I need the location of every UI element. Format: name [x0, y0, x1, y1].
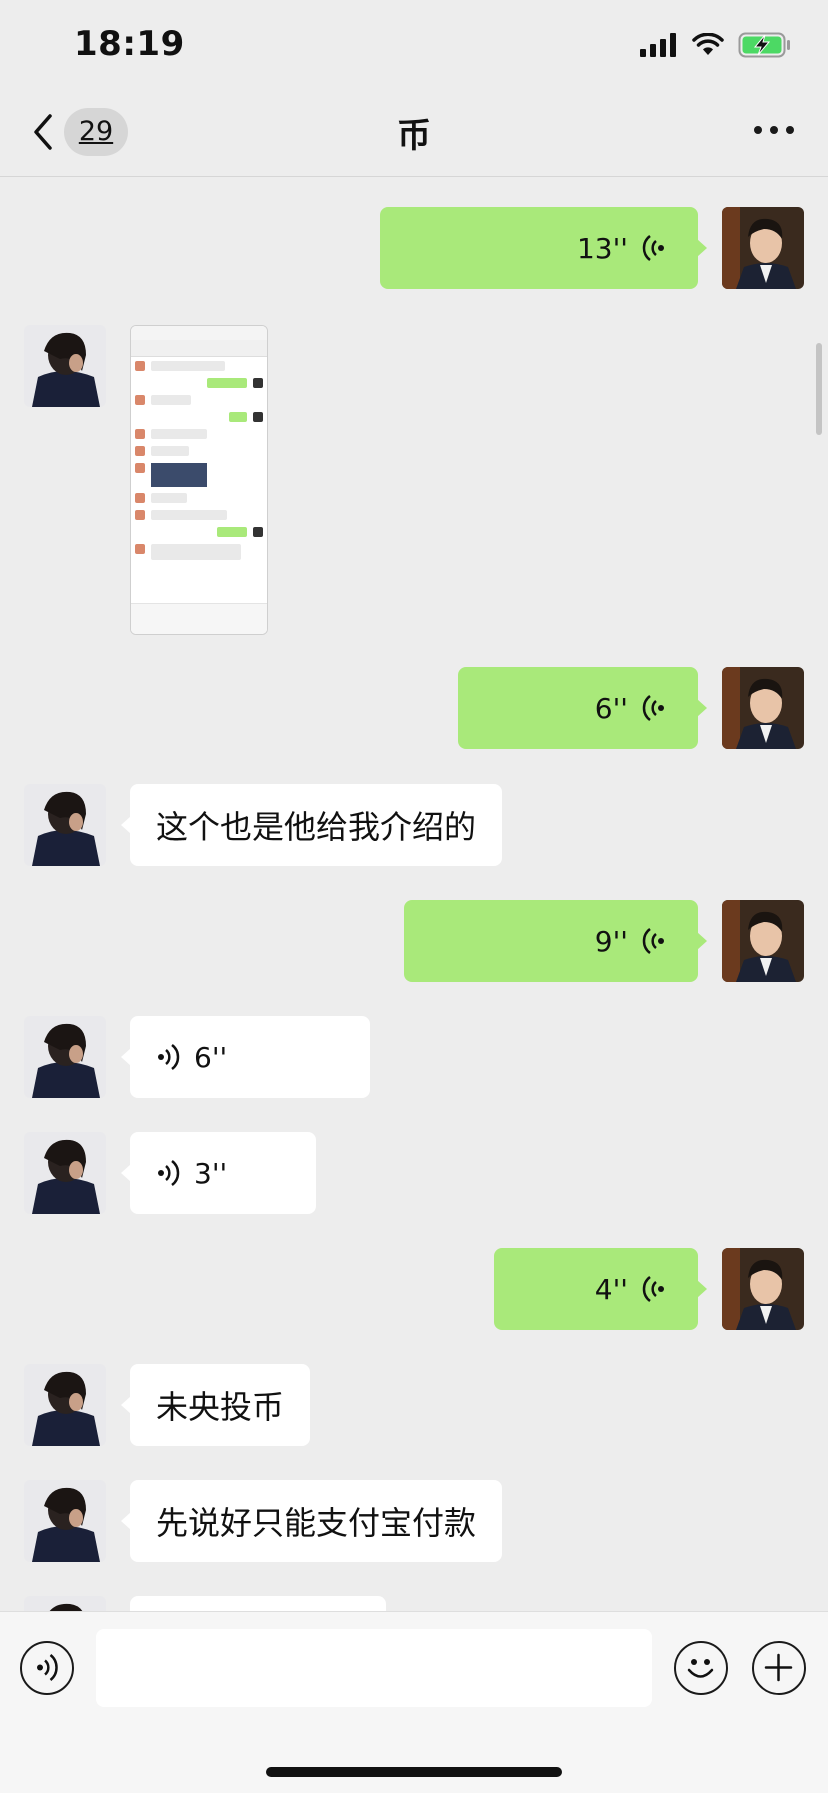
text-message-incoming[interactable]: 未央投币 [120, 1364, 311, 1446]
self-avatar[interactable] [722, 900, 804, 982]
contact-avatar[interactable] [24, 1016, 106, 1098]
input-toolbar [0, 1611, 828, 1793]
message-list[interactable]: 13'' 6'' 这个也是他给我介绍的 9'' 6'' 3'' 4'' 未央投币… [0, 177, 828, 1611]
voice-message-outgoing[interactable]: 6'' [458, 667, 707, 749]
voice-wave-icon [642, 928, 664, 954]
voice-mode-button[interactable] [20, 1641, 74, 1695]
voice-wave-icon [158, 1160, 180, 1186]
voice-mode-icon [37, 1654, 58, 1681]
status-time: 18:19 [74, 24, 185, 64]
plus-button[interactable] [752, 1641, 806, 1695]
voice-message-incoming[interactable]: 6'' [121, 1016, 370, 1098]
contact-avatar[interactable] [24, 1364, 106, 1446]
voice-message-outgoing[interactable]: 13'' [380, 207, 707, 289]
text-message-incoming[interactable]: 这个也是他给我介绍的 [120, 784, 503, 866]
more-dots-icon[interactable] [754, 126, 794, 134]
contact-avatar[interactable] [24, 325, 106, 407]
voice-duration: 13'' [576, 231, 628, 265]
voice-message-incoming[interactable]: 3'' [121, 1132, 316, 1214]
text-message-incoming[interactable]: 先说好只能支付宝付款 [120, 1480, 503, 1562]
voice-message-outgoing[interactable]: 9'' [404, 900, 707, 982]
message-text: 这个也是他给我介绍的 [156, 808, 477, 846]
self-avatar[interactable] [722, 667, 804, 749]
voice-duration: 4'' [594, 1272, 628, 1306]
voice-message-outgoing[interactable]: 4'' [494, 1248, 707, 1330]
voice-wave-icon [158, 1044, 180, 1070]
voice-duration: 3'' [194, 1156, 228, 1190]
voice-wave-icon [642, 235, 664, 261]
voice-duration: 6'' [194, 1040, 228, 1074]
emoji-button[interactable] [674, 1641, 728, 1695]
scrollbar[interactable] [816, 343, 822, 435]
self-avatar[interactable] [722, 1248, 804, 1330]
chat-title: 币 [397, 116, 431, 156]
voice-duration: 9'' [594, 924, 628, 958]
message-incoming-partial[interactable] [130, 1596, 386, 1611]
plus-icon [764, 1653, 793, 1682]
self-avatar[interactable] [722, 207, 804, 289]
chat-header: 29 币 [0, 90, 828, 177]
message-text: 未央投币 [156, 1388, 285, 1426]
image-message-thumbnail[interactable] [130, 325, 268, 635]
voice-wave-icon [642, 695, 664, 721]
message-text: 先说好只能支付宝付款 [156, 1504, 477, 1542]
battery-charging-icon [738, 32, 790, 58]
status-bar: 18:19 [0, 0, 828, 90]
voice-duration: 6'' [594, 691, 628, 725]
contact-avatar[interactable] [24, 784, 106, 866]
signal-icon [640, 33, 676, 57]
emoji-icon [687, 1659, 714, 1678]
voice-wave-icon [642, 1276, 664, 1302]
home-indicator [266, 1767, 562, 1777]
contact-avatar[interactable] [24, 1132, 106, 1214]
contact-avatar[interactable] [24, 1596, 106, 1611]
contact-avatar[interactable] [24, 1480, 106, 1562]
message-input[interactable] [96, 1629, 652, 1707]
wifi-icon [692, 33, 724, 55]
status-icons [640, 28, 792, 62]
